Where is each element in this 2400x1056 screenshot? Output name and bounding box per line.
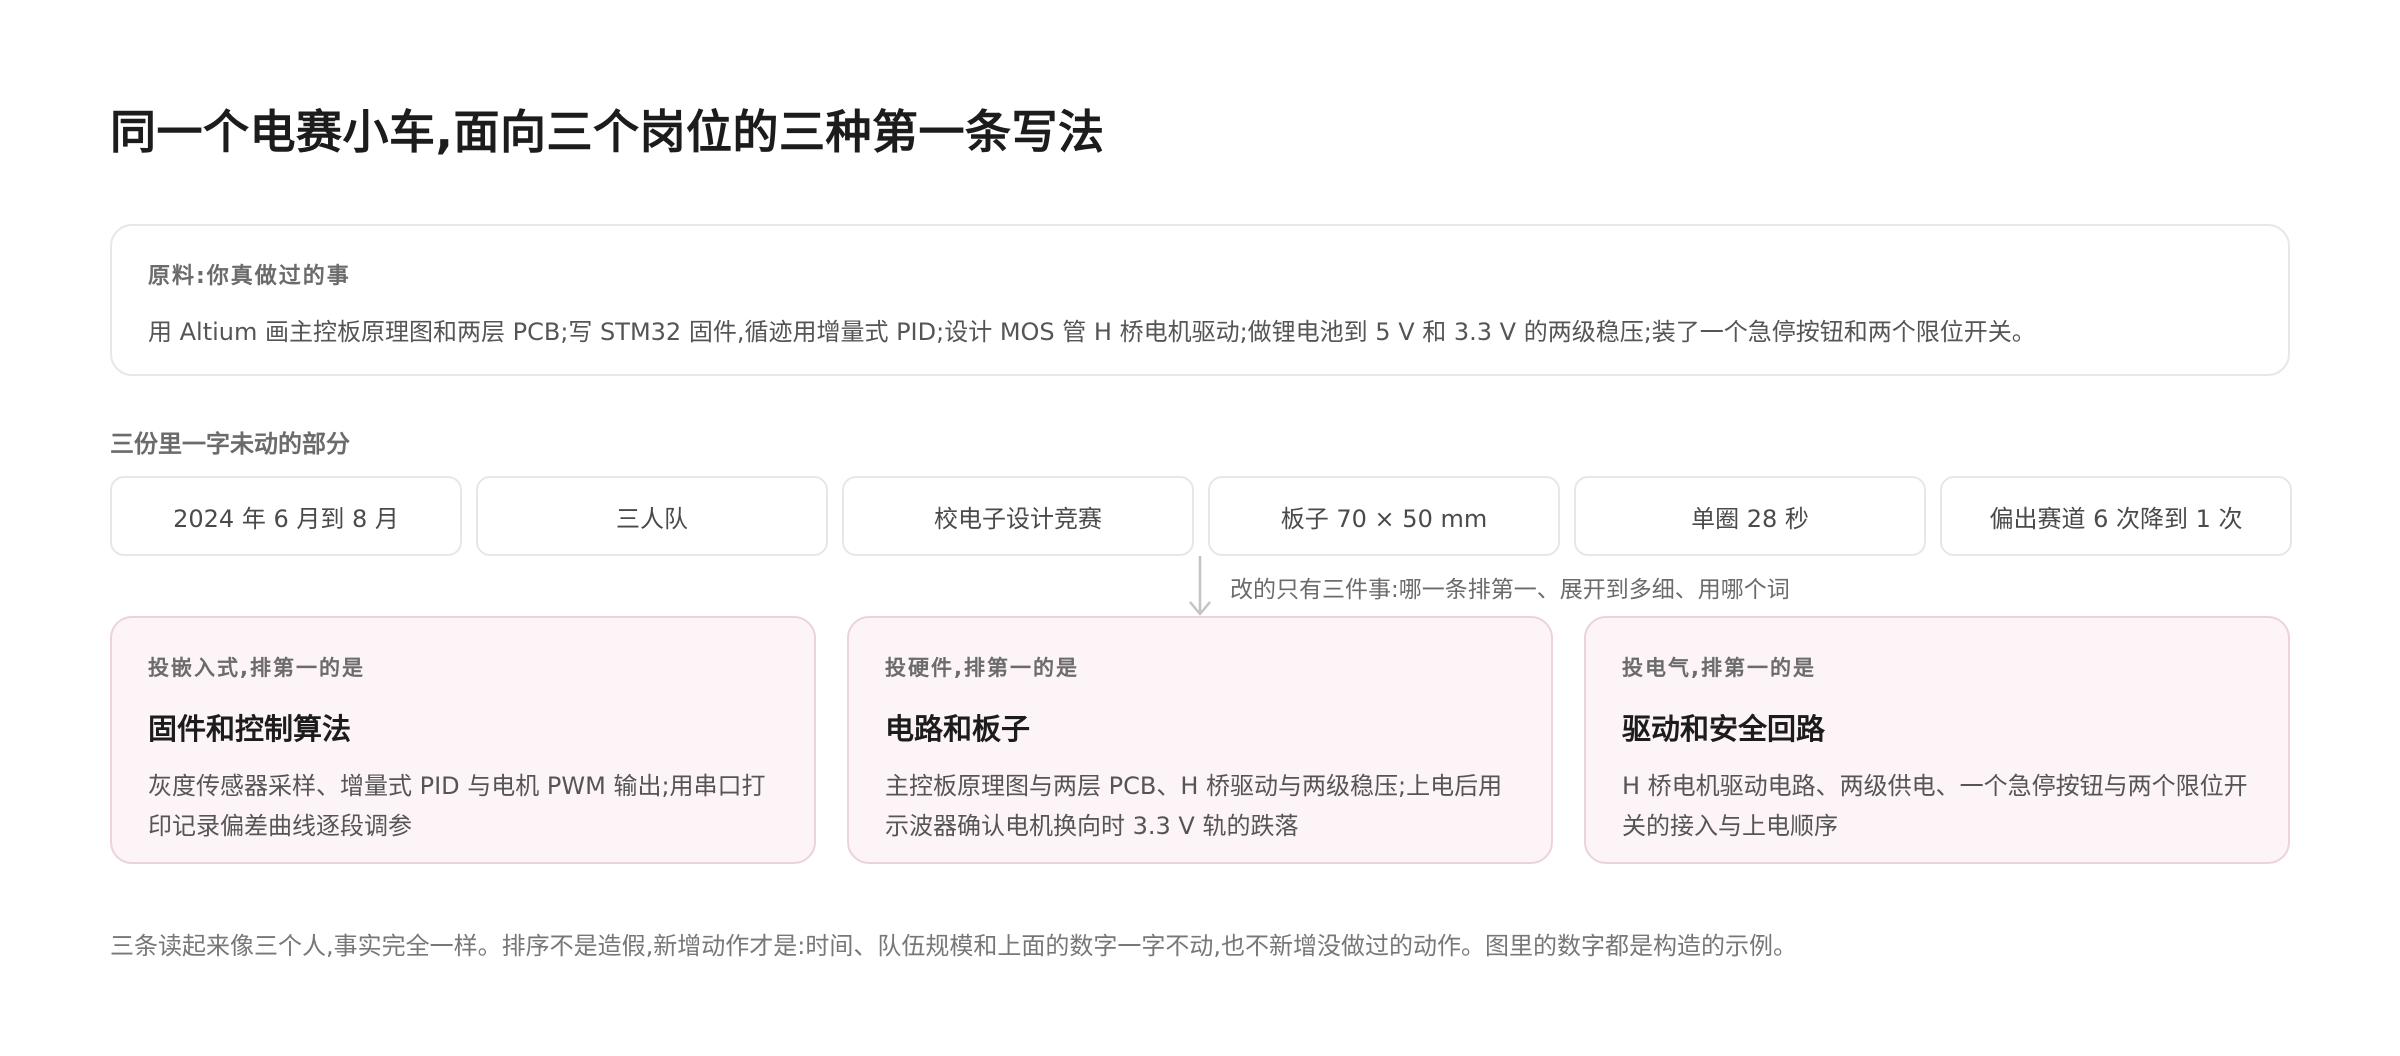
chip-competition: 校电子设计竞赛 bbox=[842, 476, 1194, 556]
source-text: 用 Altium 画主控板原理图和两层 PCB;写 STM32 固件,循迹用增量… bbox=[148, 318, 2036, 346]
down-arrow-icon bbox=[1189, 556, 1211, 616]
role-cards: 投嵌入式,排第一的是 固件和控制算法 灰度传感器采样、增量式 PID 与电机 P… bbox=[110, 616, 2290, 864]
card-body: 主控板原理图与两层 PCB、H 桥驱动与两级稳压;上电后用示波器确认电机换向时 … bbox=[885, 772, 1503, 840]
card-body: H 桥电机驱动电路、两级供电、一个急停按钮与两个限位开关的接入与上电顺序 bbox=[1622, 772, 2248, 840]
chip-board-size: 板子 70 × 50 mm bbox=[1208, 476, 1560, 556]
source-card: 原料:你真做过的事 用 Altium 画主控板原理图和两层 PCB;写 STM3… bbox=[110, 224, 2290, 376]
card-electrical: 投电气,排第一的是 驱动和安全回路 H 桥电机驱动电路、两级供电、一个急停按钮与… bbox=[1584, 616, 2290, 864]
page-title: 同一个电赛小车,面向三个岗位的三种第一条写法 bbox=[110, 105, 1105, 159]
card-eyebrow: 投嵌入式,排第一的是 bbox=[148, 656, 365, 680]
card-eyebrow: 投硬件,排第一的是 bbox=[885, 656, 1079, 680]
card-eyebrow: 投电气,排第一的是 bbox=[1622, 656, 1816, 680]
card-title: 电路和板子 bbox=[885, 712, 1031, 746]
chip-team: 三人队 bbox=[476, 476, 828, 556]
change-note: 改的只有三件事:哪一条排第一、展开到多细、用哪个词 bbox=[1230, 577, 1790, 603]
card-title: 驱动和安全回路 bbox=[1622, 712, 1826, 746]
chip-lap-time: 单圈 28 秒 bbox=[1574, 476, 1926, 556]
chip-deviation: 偏出赛道 6 次降到 1 次 bbox=[1940, 476, 2292, 556]
source-label: 原料:你真做过的事 bbox=[148, 264, 351, 289]
card-hardware: 投硬件,排第一的是 电路和板子 主控板原理图与两层 PCB、H 桥驱动与两级稳压… bbox=[847, 616, 1553, 864]
card-title: 固件和控制算法 bbox=[148, 712, 352, 746]
unchanged-chips: 2024 年 6 月到 8 月 三人队 校电子设计竞赛 板子 70 × 50 m… bbox=[110, 476, 2292, 556]
unchanged-section-label: 三份里一字未动的部分 bbox=[110, 430, 350, 458]
card-body: 灰度传感器采样、增量式 PID 与电机 PWM 输出;用串口打印记录偏差曲线逐段… bbox=[148, 772, 766, 840]
footer-note: 三条读起来像三个人,事实完全一样。排序不是造假,新增动作才是:时间、队伍规模和上… bbox=[110, 932, 1797, 960]
card-embedded: 投嵌入式,排第一的是 固件和控制算法 灰度传感器采样、增量式 PID 与电机 P… bbox=[110, 616, 816, 864]
chip-date: 2024 年 6 月到 8 月 bbox=[110, 476, 462, 556]
